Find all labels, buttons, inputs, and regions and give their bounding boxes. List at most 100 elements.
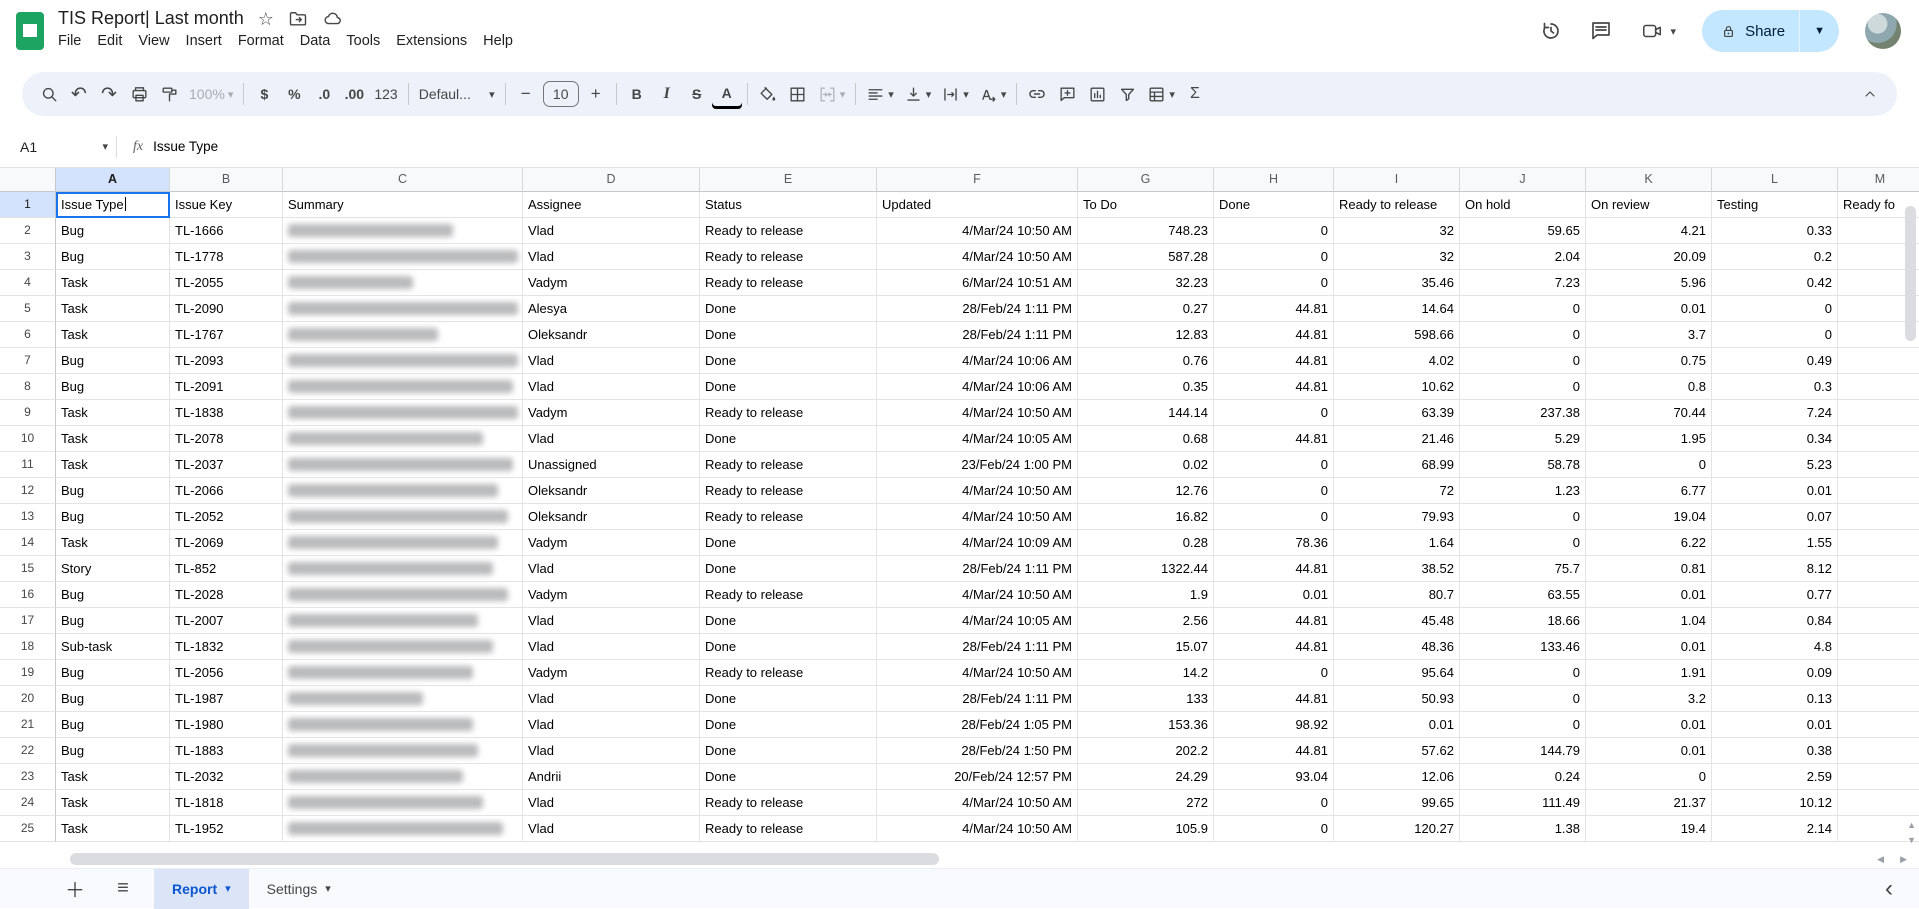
cell-F24[interactable]: 4/Mar/24 10:50 AM	[877, 790, 1078, 816]
tab-scroll-left-icon[interactable]: ‹	[1885, 877, 1893, 901]
cell-K22[interactable]: 0.01	[1586, 738, 1712, 764]
cell-H15[interactable]: 44.81	[1214, 556, 1334, 582]
cell-I11[interactable]: 68.99	[1334, 452, 1460, 478]
menu-view[interactable]: View	[130, 31, 177, 51]
cell-F18[interactable]: 28/Feb/24 1:11 PM	[877, 634, 1078, 660]
cell-A3[interactable]: Bug	[56, 244, 170, 270]
cell-J9[interactable]: 237.38	[1460, 400, 1586, 426]
cell-G13[interactable]: 16.82	[1078, 504, 1214, 530]
cell-E15[interactable]: Done	[700, 556, 877, 582]
cell-E23[interactable]: Done	[700, 764, 877, 790]
cell-D22[interactable]: Vlad	[523, 738, 700, 764]
cell-B2[interactable]: TL-1666	[170, 218, 283, 244]
cell-E16[interactable]: Ready to release	[700, 582, 877, 608]
cell-J11[interactable]: 58.78	[1460, 452, 1586, 478]
cell-E8[interactable]: Done	[700, 374, 877, 400]
cell-G18[interactable]: 15.07	[1078, 634, 1214, 660]
cell-L4[interactable]: 0.42	[1712, 270, 1838, 296]
cell-L17[interactable]: 0.84	[1712, 608, 1838, 634]
cell-I8[interactable]: 10.62	[1334, 374, 1460, 400]
menu-edit[interactable]: Edit	[89, 31, 130, 51]
horizontal-scrollbar[interactable]	[70, 853, 939, 865]
cell-M22[interactable]	[1838, 738, 1919, 764]
cell-I9[interactable]: 63.39	[1334, 400, 1460, 426]
cell-H12[interactable]: 0	[1214, 478, 1334, 504]
text-wrap-button[interactable]: ▾	[936, 79, 974, 109]
column-header-D[interactable]: D	[523, 168, 700, 192]
cell-J3[interactable]: 2.04	[1460, 244, 1586, 270]
cell-L20[interactable]: 0.13	[1712, 686, 1838, 712]
cell-L23[interactable]: 2.59	[1712, 764, 1838, 790]
cell-C16[interactable]	[283, 582, 523, 608]
cell-B16[interactable]: TL-2028	[170, 582, 283, 608]
menu-format[interactable]: Format	[230, 31, 292, 51]
cell-C5[interactable]	[283, 296, 523, 322]
cell-K3[interactable]: 20.09	[1586, 244, 1712, 270]
cell-C2[interactable]	[283, 218, 523, 244]
cell-I4[interactable]: 35.46	[1334, 270, 1460, 296]
cell-M15[interactable]	[1838, 556, 1919, 582]
merge-cells-button[interactable]: ▾	[813, 79, 851, 109]
cell-E19[interactable]: Ready to release	[700, 660, 877, 686]
cell-I14[interactable]: 1.64	[1334, 530, 1460, 556]
table-views-button[interactable]: ▾	[1142, 79, 1180, 109]
cell-K23[interactable]: 0	[1586, 764, 1712, 790]
cell-F6[interactable]: 28/Feb/24 1:11 PM	[877, 322, 1078, 348]
row-header-22[interactable]: 22	[0, 738, 56, 764]
cell-H21[interactable]: 98.92	[1214, 712, 1334, 738]
scroll-left-icon[interactable]: ◀	[1877, 854, 1884, 865]
cell-G17[interactable]: 2.56	[1078, 608, 1214, 634]
cell-K17[interactable]: 1.04	[1586, 608, 1712, 634]
text-color-button[interactable]: A	[712, 79, 742, 109]
print-icon[interactable]	[124, 79, 154, 109]
cell-M8[interactable]	[1838, 374, 1919, 400]
cell-J25[interactable]: 1.38	[1460, 816, 1586, 842]
cell-G20[interactable]: 133	[1078, 686, 1214, 712]
insert-link-icon[interactable]	[1022, 79, 1052, 109]
cell-J2[interactable]: 59.65	[1460, 218, 1586, 244]
cell-M10[interactable]	[1838, 426, 1919, 452]
strikethrough-button[interactable]: S	[682, 79, 712, 109]
cell-B18[interactable]: TL-1832	[170, 634, 283, 660]
cell-G16[interactable]: 1.9	[1078, 582, 1214, 608]
cell-A5[interactable]: Task	[56, 296, 170, 322]
cell-F4[interactable]: 6/Mar/24 10:51 AM	[877, 270, 1078, 296]
cell-I22[interactable]: 57.62	[1334, 738, 1460, 764]
document-title[interactable]: TIS Report| Last month	[58, 8, 244, 29]
cell-L16[interactable]: 0.77	[1712, 582, 1838, 608]
cell-C25[interactable]	[283, 816, 523, 842]
cell-H13[interactable]: 0	[1214, 504, 1334, 530]
cell-A10[interactable]: Task	[56, 426, 170, 452]
cell-B13[interactable]: TL-2052	[170, 504, 283, 530]
formula-input[interactable]: Issue Type	[153, 139, 218, 154]
cell-I12[interactable]: 72	[1334, 478, 1460, 504]
cell-E14[interactable]: Done	[700, 530, 877, 556]
menu-data[interactable]: Data	[292, 31, 339, 51]
cell-G8[interactable]: 0.35	[1078, 374, 1214, 400]
cell-F9[interactable]: 4/Mar/24 10:50 AM	[877, 400, 1078, 426]
cell-G10[interactable]: 0.68	[1078, 426, 1214, 452]
cell-L25[interactable]: 2.14	[1712, 816, 1838, 842]
cell-G1[interactable]: To Do	[1078, 192, 1214, 218]
cell-E12[interactable]: Ready to release	[700, 478, 877, 504]
cell-J8[interactable]: 0	[1460, 374, 1586, 400]
row-header-10[interactable]: 10	[0, 426, 56, 452]
decrease-decimals-button[interactable]: .0	[309, 79, 339, 109]
cell-J6[interactable]: 0	[1460, 322, 1586, 348]
cell-M24[interactable]	[1838, 790, 1919, 816]
cell-A21[interactable]: Bug	[56, 712, 170, 738]
cell-E9[interactable]: Ready to release	[700, 400, 877, 426]
cell-F22[interactable]: 28/Feb/24 1:50 PM	[877, 738, 1078, 764]
share-button[interactable]: Share ▼	[1702, 10, 1839, 52]
cell-I20[interactable]: 50.93	[1334, 686, 1460, 712]
cell-J4[interactable]: 7.23	[1460, 270, 1586, 296]
cell-M13[interactable]	[1838, 504, 1919, 530]
cell-H5[interactable]: 44.81	[1214, 296, 1334, 322]
cell-H24[interactable]: 0	[1214, 790, 1334, 816]
cell-A20[interactable]: Bug	[56, 686, 170, 712]
cell-E2[interactable]: Ready to release	[700, 218, 877, 244]
cell-H3[interactable]: 0	[1214, 244, 1334, 270]
row-header-14[interactable]: 14	[0, 530, 56, 556]
cell-C17[interactable]	[283, 608, 523, 634]
cell-B12[interactable]: TL-2066	[170, 478, 283, 504]
